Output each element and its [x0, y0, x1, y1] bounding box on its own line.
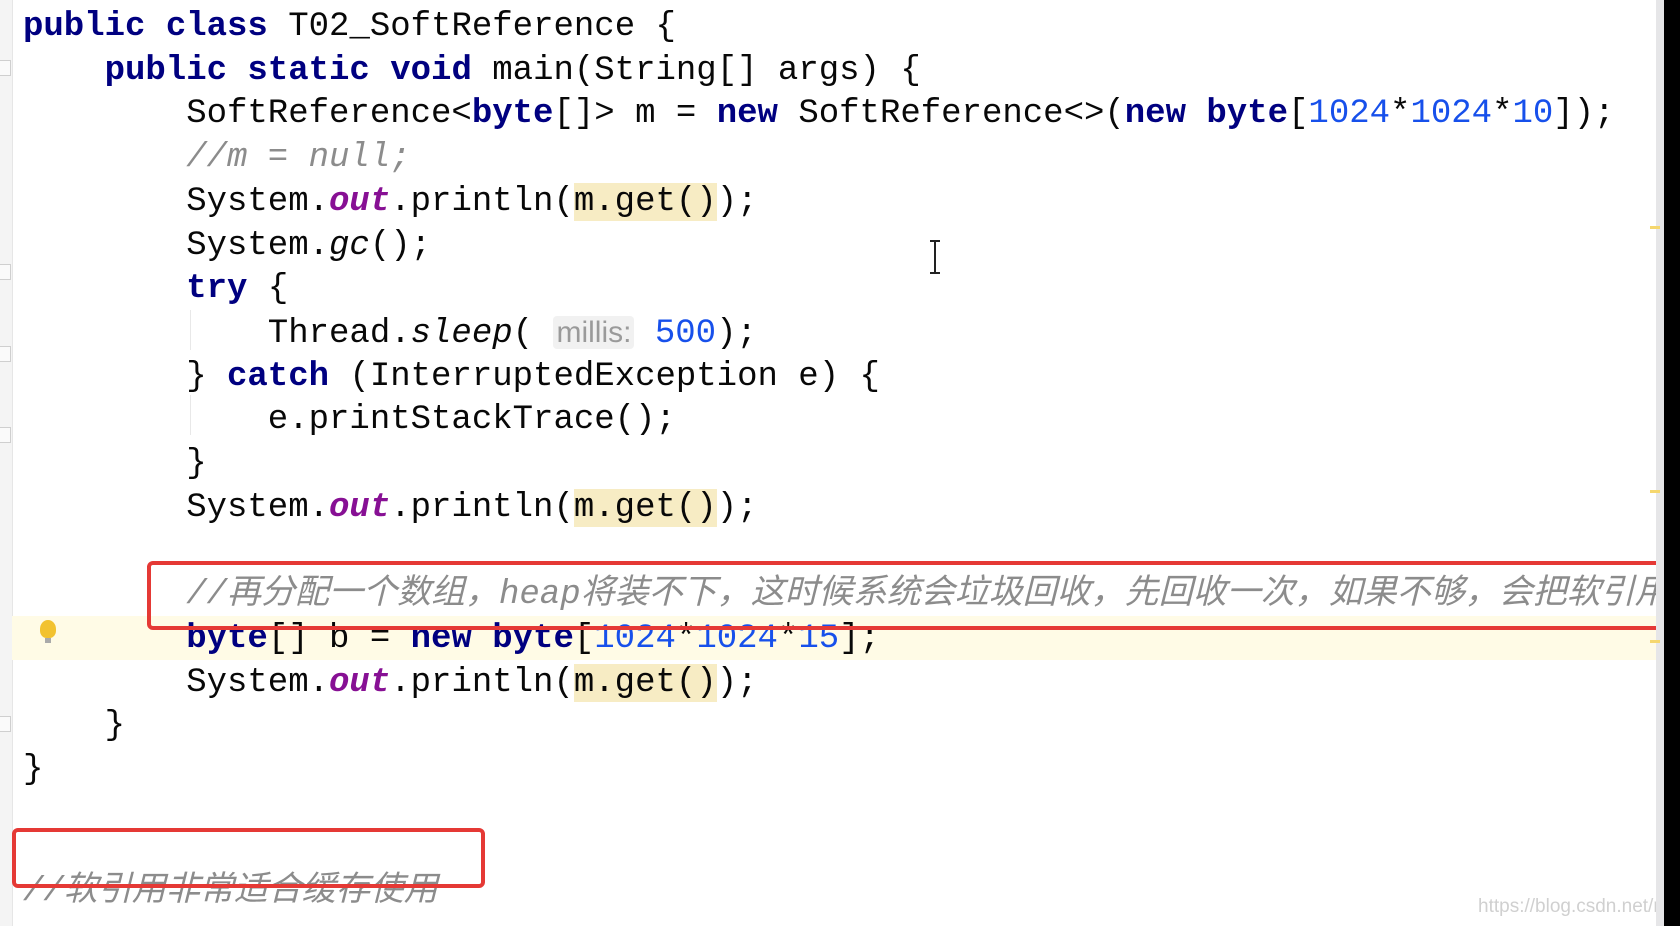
code-token: [ [1288, 95, 1309, 134]
code-token: out [329, 182, 391, 221]
code-token: System. [186, 226, 330, 265]
gutter [0, 0, 13, 926]
code-token: out [329, 488, 391, 527]
code-line[interactable]: SoftReference<byte[]> m = new SoftRefere… [186, 92, 1614, 136]
code-token: } [23, 750, 44, 789]
text-cursor-icon [930, 240, 940, 274]
error-stripe-mark[interactable] [1650, 226, 1660, 229]
code-token: { [267, 270, 289, 309]
code-token: public class [23, 8, 289, 46]
code-token: 1024 [1410, 95, 1493, 134]
code-line[interactable]: public static void main(String[] args) { [105, 49, 921, 93]
fold-marker-icon[interactable] [0, 427, 11, 443]
code-token: main(String[] args) { [492, 51, 921, 90]
code-token: m.get() [573, 488, 717, 527]
code-line[interactable]: Thread.sleep( millis: 500); [268, 311, 757, 355]
code-line[interactable]: System.out.println(m.get()); [186, 180, 758, 224]
code-line[interactable]: System.gc(); [186, 224, 431, 268]
code-token: * [1492, 95, 1513, 134]
vertical-scrollbar[interactable] [1656, 0, 1664, 926]
code-line[interactable]: e.printStackTrace(); [268, 398, 676, 442]
code-token: System. [186, 182, 330, 221]
fold-marker-icon[interactable] [0, 264, 11, 280]
code-token: ); [716, 488, 758, 527]
code-token: new [716, 95, 799, 134]
code-token: byte [471, 95, 554, 134]
code-token: out [329, 663, 391, 702]
code-token: new byte [1124, 95, 1289, 134]
code-line[interactable]: } [23, 748, 43, 792]
code-token: System. [186, 663, 330, 702]
code-token: } [186, 357, 227, 396]
code-token: * [1390, 95, 1411, 134]
code-token: .println( [390, 488, 574, 527]
code-token: } [186, 445, 207, 483]
code-token: } [104, 707, 125, 746]
code-token: ); [716, 182, 758, 221]
code-editor[interactable]: public class T02_SoftReference {public s… [0, 0, 1680, 926]
code-token: ); [716, 663, 758, 702]
code-token: catch [227, 357, 350, 396]
indent-guide [190, 310, 191, 350]
code-line[interactable]: } catch (InterruptedException e) { [186, 355, 880, 399]
code-line[interactable]: } [105, 704, 125, 748]
code-token: public static void [104, 51, 493, 90]
fold-marker-icon[interactable] [0, 60, 11, 76]
annotation-box-gc-comment [147, 561, 1668, 630]
code-token: (); [369, 226, 432, 265]
code-token: T02_SoftReference { [288, 8, 676, 46]
code-token: SoftReference< [186, 95, 472, 134]
code-token: ( [512, 314, 554, 353]
code-token: 10 [1512, 95, 1554, 134]
code-token: []> m = [553, 95, 717, 134]
code-line[interactable]: //m = null; [186, 136, 410, 180]
annotation-box-cache-comment [12, 828, 485, 888]
code-line[interactable]: System.out.println(m.get()); [186, 486, 758, 530]
code-token: ); [716, 314, 757, 353]
code-token: m.get() [573, 182, 717, 221]
code-line[interactable]: try { [186, 267, 288, 311]
code-token: 500 [654, 314, 717, 353]
code-line[interactable]: } [186, 442, 206, 486]
code-token: gc [329, 226, 370, 265]
fold-marker-icon[interactable] [0, 346, 11, 362]
screen-edge [1664, 0, 1680, 926]
code-token: .println( [390, 663, 574, 702]
error-stripe-mark[interactable] [1650, 490, 1660, 493]
code-token: .println( [390, 182, 574, 221]
code-token: try [186, 270, 268, 309]
fold-marker-icon[interactable] [0, 716, 11, 732]
code-token: //m = null; [186, 139, 411, 178]
code-token: (InterruptedException e) { [349, 357, 880, 396]
code-token: e.printStackTrace(); [267, 401, 676, 440]
code-token: m.get() [573, 663, 717, 702]
code-token: sleep [410, 314, 513, 353]
code-token: Thread. [267, 314, 411, 353]
watermark: https://blog.csdn.net/nikyae [1478, 896, 1680, 917]
code-token: 1024 [1308, 95, 1391, 134]
code-line[interactable]: System.out.println(m.get()); [186, 661, 758, 705]
code-line[interactable]: public class T02_SoftReference { [23, 5, 676, 49]
lightbulb-icon[interactable] [40, 620, 56, 643]
error-stripe-mark[interactable] [1650, 640, 1660, 643]
code-token: System. [186, 488, 330, 527]
code-token: millis: [553, 315, 635, 349]
code-token: SoftReference<>( [798, 95, 1125, 134]
code-token: ]); [1553, 95, 1615, 134]
indent-guide [190, 395, 191, 435]
